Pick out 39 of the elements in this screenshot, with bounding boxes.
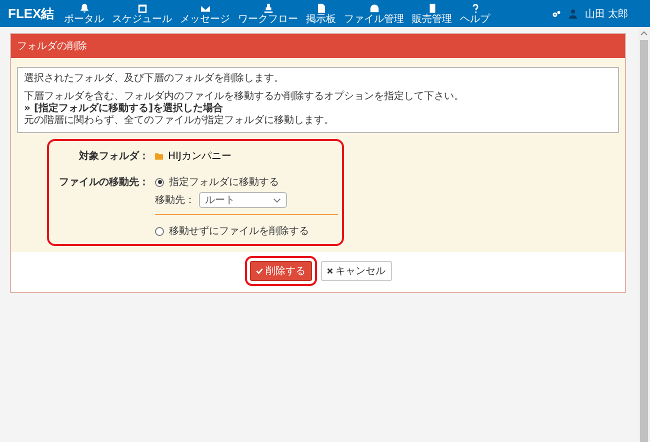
- radio-option[interactable]: 指定フォルダに移動する: [155, 175, 338, 189]
- folder-name: HIJカンパニー: [168, 150, 232, 163]
- delete-button[interactable]: 削除する: [250, 261, 312, 281]
- nav-item[interactable]: ワークフロー: [236, 2, 300, 24]
- nav-item[interactable]: ヘルプ: [458, 2, 492, 24]
- folder-icon: [155, 152, 163, 160]
- user-name[interactable]: 山田 太郎: [584, 6, 628, 20]
- field-label: ファイルの移動先：: [58, 176, 149, 189]
- stamp-icon: [262, 2, 274, 12]
- destination-dropdown[interactable]: ルート: [199, 192, 287, 208]
- check-icon: [256, 268, 262, 274]
- info-text: » [指定フォルダに移動する]を選択した場合: [24, 103, 224, 114]
- chevron-down-icon: [273, 198, 281, 202]
- user-icon[interactable]: [568, 8, 577, 18]
- nav-item[interactable]: 掲示板: [304, 2, 338, 24]
- nav-item[interactable]: スケジュール: [110, 2, 174, 24]
- bell-icon: [78, 2, 90, 12]
- info-text: 選択されたフォルダ、及び下層のフォルダを削除します。: [24, 73, 285, 85]
- nav-item[interactable]: ポータル: [62, 2, 106, 24]
- calendar-icon: [136, 2, 148, 12]
- scroll-up-icon[interactable]: [640, 31, 648, 36]
- field-label: 移動先：: [155, 194, 195, 207]
- info-text: 下層フォルダを含む、フォルダ内のファイルを移動するか削除するオプションを指定して下さい。: [24, 91, 465, 102]
- nav-item[interactable]: 販売管理: [410, 2, 454, 24]
- docs-icon: [316, 2, 327, 12]
- info-text: 元の階層に関わらず、全てのファイルが指定フォルダに移動します。: [24, 115, 335, 127]
- radio-button[interactable]: [155, 226, 164, 236]
- panel-title: フォルダの削除: [11, 34, 625, 58]
- radio-button[interactable]: [155, 178, 164, 186]
- nav-item[interactable]: メッセージ: [178, 2, 232, 24]
- scroll-thumb[interactable]: [640, 40, 648, 442]
- nav-item[interactable]: ファイル管理: [342, 2, 406, 24]
- scrollbar[interactable]: [638, 27, 650, 442]
- settings-icon[interactable]: [552, 10, 561, 18]
- cancel-button[interactable]: キャンセル: [320, 261, 392, 281]
- radio-option[interactable]: 移動せずにファイルを削除する: [155, 224, 338, 238]
- close-icon: [326, 268, 332, 274]
- field-label: 対象フォルダ：: [78, 149, 149, 163]
- logo[interactable]: FLEX結: [8, 4, 54, 22]
